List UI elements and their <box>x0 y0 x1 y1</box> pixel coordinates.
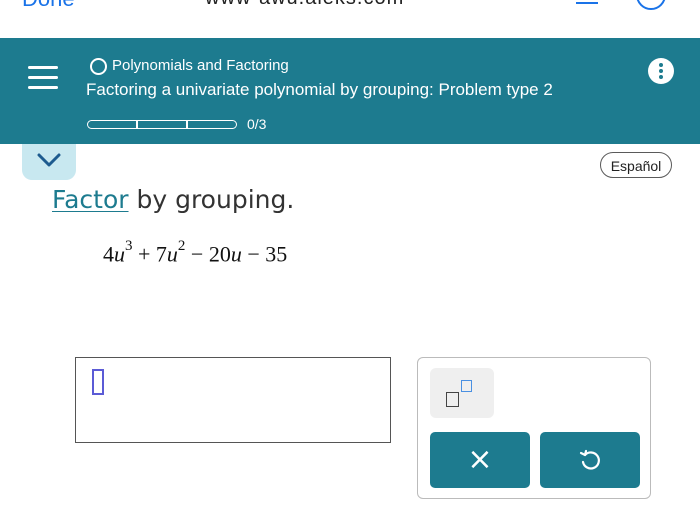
answer-input[interactable] <box>75 357 391 443</box>
progress-bar <box>87 120 237 129</box>
input-cursor <box>92 369 104 395</box>
menu-icon[interactable] <box>28 66 58 90</box>
exponent-button[interactable] <box>430 368 494 418</box>
browser-toolbar: Done www-awu.aleks.com <box>0 0 700 38</box>
topic-label: Polynomials and Factoring <box>112 57 289 74</box>
topic-status-icon <box>90 58 107 75</box>
reload-icon[interactable] <box>636 0 666 10</box>
progress-count: 0/3 <box>247 116 267 132</box>
polynomial-expression: 4u3 + 7u2 − 20u − 35 <box>103 238 288 267</box>
more-options-icon[interactable] <box>648 58 674 84</box>
language-toggle-button[interactable]: Español <box>600 152 672 178</box>
clear-icon: × <box>467 442 493 477</box>
exponent-icon <box>446 392 459 407</box>
factor-definition-link[interactable]: Factor <box>52 185 129 214</box>
collapse-header-button[interactable] <box>22 144 76 180</box>
tabs-icon[interactable] <box>572 0 602 14</box>
chevron-down-icon <box>37 153 61 167</box>
problem-title: Factoring a univariate polynomial by gro… <box>86 80 553 99</box>
instruction: Factor by grouping. <box>52 185 294 214</box>
clear-button[interactable]: × <box>430 432 530 488</box>
progress-segment <box>137 120 187 129</box>
url-address[interactable]: www-awu.aleks.com <box>205 0 404 10</box>
problem-header: Polynomials and Factoring Factoring a un… <box>0 38 700 144</box>
undo-button[interactable] <box>540 432 640 488</box>
math-tool-panel: × <box>417 357 651 499</box>
progress-segment <box>187 120 237 129</box>
done-button[interactable]: Done <box>22 0 75 12</box>
undo-icon <box>579 449 600 470</box>
progress-segment <box>87 120 137 129</box>
instruction-text: by grouping. <box>128 185 295 214</box>
